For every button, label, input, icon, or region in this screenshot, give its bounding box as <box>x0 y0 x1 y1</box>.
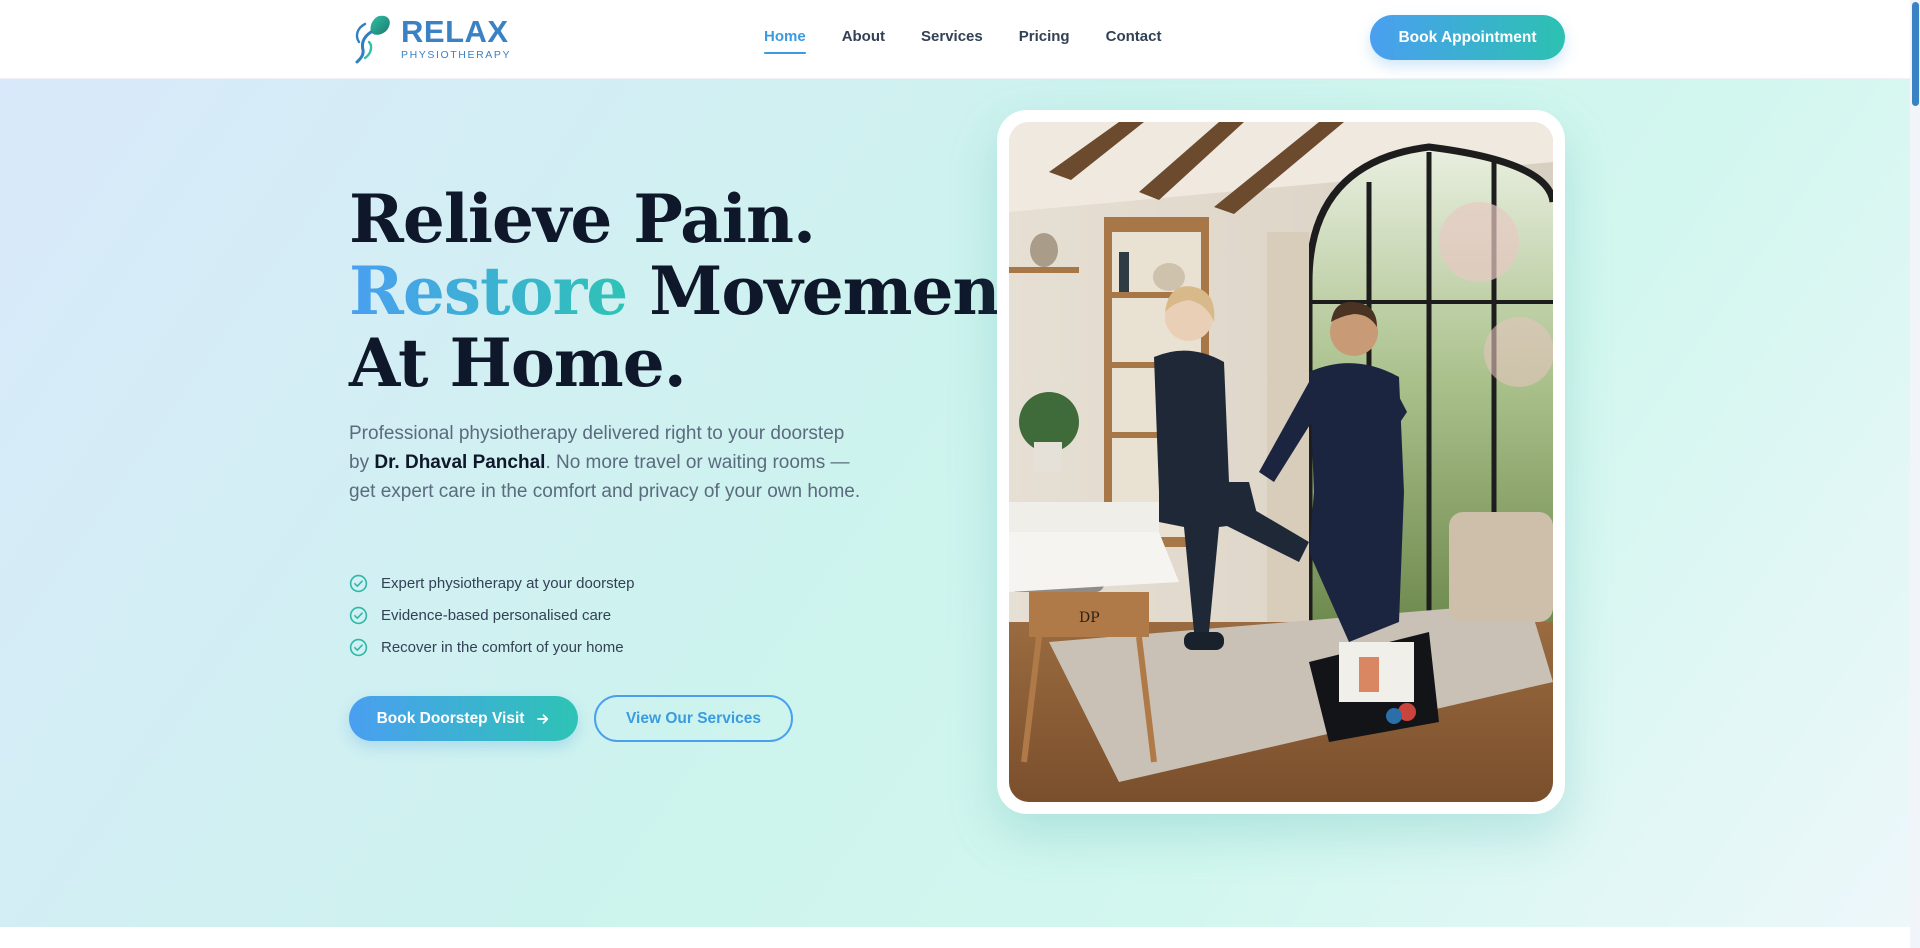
check-circle-icon <box>349 574 368 592</box>
brand-subtitle: PHYSIOTHERAPY <box>401 48 512 61</box>
doctor-name: Dr. Dhaval Panchal <box>374 452 546 473</box>
leaf-spine-logo-icon <box>355 15 390 64</box>
hero-lead-text: Professional physiotherapy delivered rig… <box>349 419 869 506</box>
book-appointment-button[interactable]: Book Appointment <box>1370 15 1565 60</box>
table-monogram: DP <box>1079 610 1100 626</box>
nav-pricing[interactable]: Pricing <box>1019 28 1070 54</box>
main-nav: Home About Services Pricing Contact <box>764 28 1197 54</box>
nav-services[interactable]: Services <box>921 28 983 54</box>
headline-line-1: Relieve Pain. <box>349 180 816 258</box>
view-services-button[interactable]: View Our Services <box>594 695 793 742</box>
arrow-right-icon <box>537 713 549 724</box>
home-physio-session-photo: DP <box>1009 122 1553 802</box>
site-header: RELAX PHYSIOTHERAPY Home About Services … <box>0 0 1920 79</box>
book-doorstep-visit-button[interactable]: Book Doorstep Visit <box>349 696 578 741</box>
benefit-label: Evidence-based personalised care <box>381 606 612 624</box>
headline-line-3: At Home. <box>349 324 687 402</box>
nav-about[interactable]: About <box>842 28 885 54</box>
benefit-label: Expert physiotherapy at your doorstep <box>381 574 635 592</box>
nav-home[interactable]: Home <box>764 28 806 54</box>
brand-logo[interactable]: RELAX PHYSIOTHERAPY <box>349 12 511 64</box>
hero-section: Relieve Pain. Restore Movement. At Home.… <box>0 79 1920 927</box>
benefit-item: Expert physiotherapy at your doorstep <box>349 567 634 599</box>
hero-photo-card: DP <box>997 110 1565 814</box>
check-circle-icon <box>349 606 368 624</box>
benefit-list: Expert physiotherapy at your doorstep Ev… <box>349 567 634 663</box>
benefit-item: Evidence-based personalised care <box>349 599 634 631</box>
nav-contact[interactable]: Contact <box>1106 28 1162 54</box>
scrollbar-thumb[interactable] <box>1912 2 1919 106</box>
headline-accent: Restore <box>349 252 628 330</box>
brand-name: RELAX <box>401 13 509 49</box>
page-scrollbar[interactable] <box>1910 0 1920 948</box>
hero-headline: Relieve Pain. Restore Movement. At Home. <box>349 180 1052 402</box>
headline-line-2: Movement. <box>627 252 1052 330</box>
check-circle-icon <box>349 638 368 656</box>
benefit-label: Recover in the comfort of your home <box>381 638 624 656</box>
benefit-item: Recover in the comfort of your home <box>349 631 634 663</box>
book-doorstep-label: Book Doorstep Visit <box>376 709 525 727</box>
